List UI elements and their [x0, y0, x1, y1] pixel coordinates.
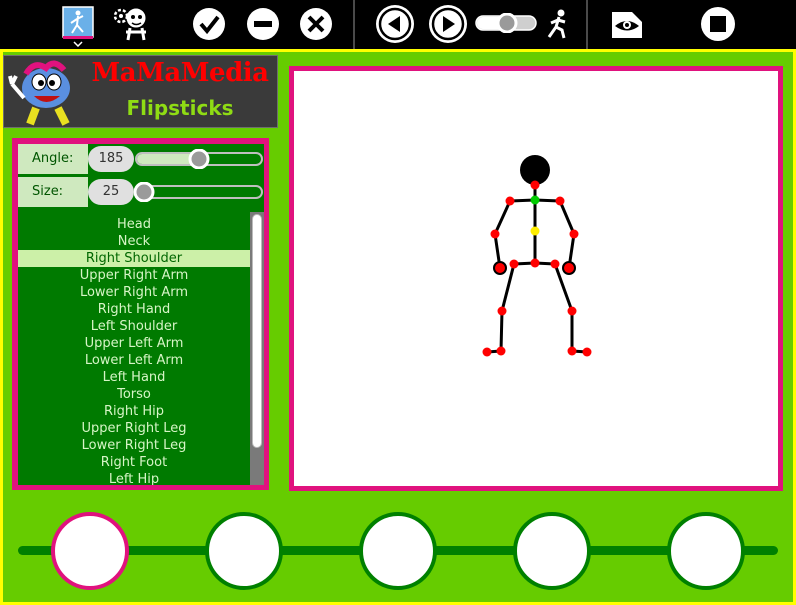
animation-canvas[interactable]: [294, 71, 778, 486]
left-elbow-joint: [569, 229, 579, 239]
joint-list-item[interactable]: Left Shoulder: [18, 318, 250, 335]
mascot-icon: [6, 58, 80, 130]
left-hand-joint: [562, 261, 576, 275]
shoulder-center-joint: [530, 195, 540, 205]
joint-list-item[interactable]: Upper Right Leg: [18, 420, 250, 437]
stop-icon[interactable]: [700, 6, 736, 42]
joint-list-item[interactable]: Right Hip: [18, 403, 250, 420]
neck-joint: [530, 180, 540, 190]
timeline-frame[interactable]: [513, 512, 591, 590]
stick-figure[interactable]: [294, 71, 778, 486]
timeline-frame[interactable]: [51, 512, 129, 590]
activity-stick-figure-icon[interactable]: [61, 5, 95, 47]
angle-label: Angle:: [18, 144, 88, 174]
joint-panel-inner: Angle: 185 Size: 25 Head Neck Right Shou…: [18, 144, 264, 485]
timeline-frame[interactable]: [359, 512, 437, 590]
timeline-frame[interactable]: [205, 512, 283, 590]
left-hip-joint: [550, 259, 560, 269]
toolbar-separator: [353, 0, 355, 49]
joint-list: Head Neck Right Shoulder Upper Right Arm Low…: [18, 212, 250, 485]
logo-title: MaMaMedia: [91, 58, 269, 88]
joint-list-item[interactable]: Head: [18, 216, 250, 233]
left-toe-joint: [582, 347, 592, 357]
toolbar: [0, 0, 796, 49]
angle-row: Angle: 185: [18, 144, 264, 174]
size-slider[interactable]: [133, 181, 264, 203]
joint-list-item[interactable]: Right Foot: [18, 454, 250, 471]
right-elbow-joint: [490, 229, 500, 239]
canvas-frame: [289, 66, 783, 491]
speed-slider[interactable]: [475, 12, 537, 34]
size-label: Size:: [18, 177, 88, 207]
runner-icon[interactable]: [544, 8, 570, 40]
right-ankle-joint: [496, 346, 506, 356]
scrollbar-thumb[interactable]: [252, 214, 262, 448]
joint-list-item[interactable]: Torso: [18, 386, 250, 403]
joint-list-item[interactable]: Upper Right Arm: [18, 267, 250, 284]
right-shoulder-joint: [505, 196, 515, 206]
right-hip-joint: [509, 259, 519, 269]
joint-list-item[interactable]: Upper Left Arm: [18, 335, 250, 352]
size-value[interactable]: 25: [88, 179, 134, 205]
close-icon[interactable]: [299, 7, 333, 41]
joint-list-item[interactable]: Lower Left Arm: [18, 352, 250, 369]
logo-subtitle: Flipsticks: [126, 96, 234, 120]
toolbar-separator: [586, 0, 588, 49]
minus-icon[interactable]: [246, 7, 280, 41]
joint-list-scrollbar[interactable]: [250, 212, 264, 485]
play-icon[interactable]: [428, 4, 468, 44]
timeline-frame[interactable]: [667, 512, 745, 590]
joint-list-item[interactable]: Right Shoulder: [18, 250, 250, 267]
torso-joint: [530, 258, 540, 268]
joint-list-item[interactable]: Left Hand: [18, 369, 250, 386]
joint-list-item[interactable]: Lower Right Arm: [18, 284, 250, 301]
right-hand-joint: [493, 261, 507, 275]
rewind-icon[interactable]: [375, 4, 415, 44]
joint-list-item[interactable]: Neck: [18, 233, 250, 250]
size-row: Size: 25: [18, 177, 264, 207]
left-shoulder-joint: [555, 196, 565, 206]
joint-list-item[interactable]: Lower Right Leg: [18, 437, 250, 454]
right-knee-joint: [497, 306, 507, 316]
mamamedia-logo: MaMaMedia Flipsticks: [3, 55, 278, 128]
gear-person-icon[interactable]: [112, 4, 152, 44]
checkmark-icon[interactable]: [192, 7, 226, 41]
angle-value[interactable]: 185: [88, 146, 134, 172]
joint-list-item[interactable]: Left Hip: [18, 471, 250, 485]
left-knee-joint: [567, 306, 577, 316]
angle-slider[interactable]: [134, 148, 264, 170]
right-toe-joint: [482, 347, 492, 357]
joint-list-item[interactable]: Right Hand: [18, 301, 250, 318]
left-ankle-joint: [567, 346, 577, 356]
chest-joint: [530, 226, 540, 236]
joint-panel: Angle: 185 Size: 25 Head Neck Right Shou…: [12, 138, 269, 490]
view-icon[interactable]: [610, 8, 644, 40]
